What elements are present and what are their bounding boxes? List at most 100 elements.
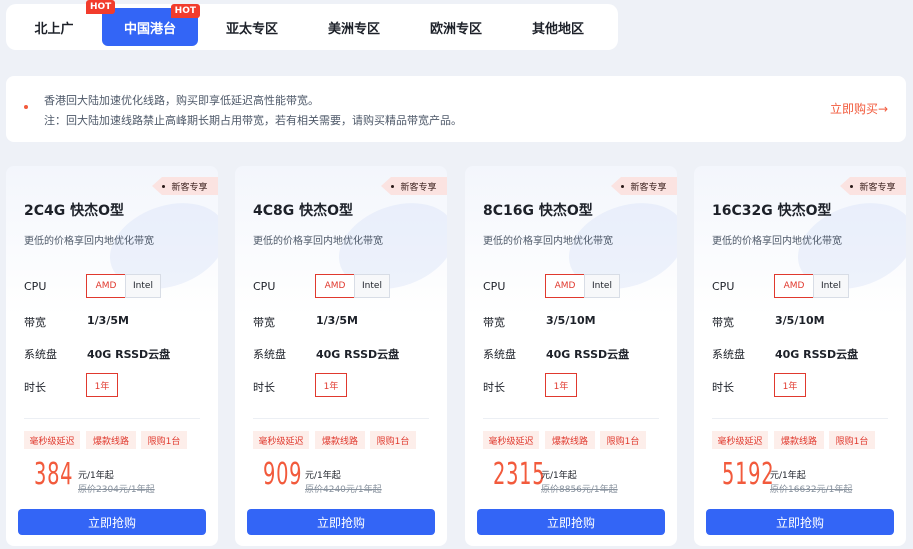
duration-option[interactable]: 1年 (774, 373, 806, 397)
tab-other-regions[interactable]: 其他地区 (510, 8, 606, 46)
cpu-option-amd[interactable]: AMD (774, 274, 814, 298)
tab-china-hk-tw[interactable]: 中国港台 HOT (102, 4, 200, 46)
bandwidth-label: 带宽 (712, 316, 734, 329)
tab-label: 欧洲专区 (429, 21, 482, 37)
cpu-label: CPU (483, 280, 506, 293)
product-card: 新客专享 16C32G 快杰O型 更低的价格享回内地优化带宽 CPU AMD I… (694, 166, 906, 546)
bandwidth-value: 1/3/5M (87, 314, 129, 327)
bandwidth-value: 1/3/5M (316, 314, 358, 327)
tab-label: 中国港台 (123, 21, 176, 37)
tab-europe[interactable]: 欧洲专区 (408, 8, 504, 46)
cpu-option-intel[interactable]: Intel (813, 274, 849, 298)
original-price: 原价16632元/1年起 (770, 485, 853, 495)
disk-label: 系统盘 (712, 348, 745, 361)
badge-label: 新客专享 (171, 182, 208, 193)
divider (483, 418, 659, 419)
new-customer-badge: 新客专享 (381, 177, 447, 195)
buy-button[interactable]: 立即抢购 (477, 509, 665, 535)
region-tabs: 北上广 中国港台 HOT 亚太专区 美洲专区 欧洲专区 其他地区 HOT (6, 0, 618, 50)
product-subtitle: 更低的价格享回内地优化带宽 (24, 236, 154, 247)
cpu-option-intel[interactable]: Intel (125, 274, 161, 298)
product-title: 16C32G 快杰O型 (712, 203, 832, 219)
notice-panel: 香港回大陆加速优化线路，购买即享低延迟高性能带宽。 注：回大陆加速线路禁止高峰期… (6, 76, 906, 142)
product-subtitle: 更低的价格享回内地优化带宽 (712, 236, 842, 247)
product-title: 2C4G 快杰O型 (24, 203, 125, 219)
disk-label: 系统盘 (253, 348, 286, 361)
disk-value: 40G RSSD云盘 (316, 348, 400, 361)
dot-icon (391, 184, 395, 188)
notice-line-2: 注：回大陆加速线路禁止高峰期长期占用带宽，若有相关需要，请购买精品带宽产品。 (44, 114, 462, 127)
disk-value: 40G RSSD云盘 (546, 348, 630, 361)
tag-purchase-limit: 限购1台 (600, 431, 646, 449)
bandwidth-label: 带宽 (24, 316, 46, 329)
tab-label: 其他地区 (531, 21, 584, 37)
buy-button[interactable]: 立即抢购 (706, 509, 894, 535)
notice-line-1: 香港回大陆加速优化线路，购买即享低延迟高性能带宽。 (44, 94, 319, 107)
cpu-option-intel[interactable]: Intel (584, 274, 620, 298)
tab-americas[interactable]: 美洲专区 (306, 8, 402, 46)
cpu-label: CPU (253, 280, 276, 293)
hot-badge: HOT (170, 4, 200, 18)
cpu-label: CPU (712, 280, 735, 293)
tag-hot-route: 爆款线路 (774, 431, 824, 449)
duration-label: 时长 (712, 381, 734, 394)
badge-label: 新客专享 (859, 182, 896, 193)
divider (712, 418, 888, 419)
tag-low-latency: 毫秒级延迟 (253, 431, 309, 449)
tag-low-latency: 毫秒级延迟 (24, 431, 80, 449)
tag-hot-route: 爆款线路 (86, 431, 136, 449)
price: 909 (263, 457, 303, 492)
duration-label: 时长 (253, 381, 275, 394)
price: 384 (34, 457, 74, 492)
tag-purchase-limit: 限购1台 (370, 431, 416, 449)
product-subtitle: 更低的价格享回内地优化带宽 (483, 236, 613, 247)
buy-button[interactable]: 立即抢购 (247, 509, 435, 535)
buy-now-link[interactable]: 立即购买→ (830, 100, 888, 117)
duration-label: 时长 (24, 381, 46, 394)
buy-button[interactable]: 立即抢购 (18, 509, 206, 535)
price: 5192 (722, 457, 775, 492)
new-customer-badge: 新客专享 (840, 177, 906, 195)
bandwidth-value: 3/5/10M (775, 314, 825, 327)
tag-hot-route: 爆款线路 (545, 431, 595, 449)
dot-icon (162, 184, 166, 188)
price-unit: 元/1年起 (78, 471, 114, 481)
product-card: 新客专享 4C8G 快杰O型 更低的价格享回内地优化带宽 CPU AMD Int… (235, 166, 447, 546)
disk-value: 40G RSSD云盘 (87, 348, 171, 361)
product-title: 4C8G 快杰O型 (253, 203, 354, 219)
duration-option[interactable]: 1年 (315, 373, 347, 397)
original-price: 原价2304元/1年起 (78, 485, 155, 495)
price: 2315 (493, 457, 546, 492)
cpu-option-intel[interactable]: Intel (354, 274, 390, 298)
new-customer-badge: 新客专享 (152, 177, 218, 195)
product-card: 新客专享 8C16G 快杰O型 更低的价格享回内地优化带宽 CPU AMD In… (465, 166, 677, 546)
original-price: 原价8856元/1年起 (541, 485, 618, 495)
product-subtitle: 更低的价格享回内地优化带宽 (253, 236, 383, 247)
bandwidth-value: 3/5/10M (546, 314, 596, 327)
tab-label: 亚太专区 (225, 21, 278, 37)
hot-badge: HOT (86, 0, 116, 14)
tag-purchase-limit: 限购1台 (141, 431, 187, 449)
cpu-option-amd[interactable]: AMD (86, 274, 126, 298)
new-customer-badge: 新客专享 (611, 177, 677, 195)
original-price: 原价4240元/1年起 (305, 485, 382, 495)
product-title: 8C16G 快杰O型 (483, 203, 593, 219)
cpu-option-amd[interactable]: AMD (315, 274, 355, 298)
price-unit: 元/1年起 (305, 471, 341, 481)
duration-option[interactable]: 1年 (86, 373, 118, 397)
tab-asia-pacific[interactable]: 亚太专区 (204, 8, 300, 46)
duration-option[interactable]: 1年 (545, 373, 577, 397)
dot-icon (850, 184, 854, 188)
bullet-dot-icon (24, 105, 28, 109)
tab-label: 北上广 (34, 21, 74, 37)
divider (253, 418, 429, 419)
disk-label: 系统盘 (24, 348, 57, 361)
bandwidth-label: 带宽 (253, 316, 275, 329)
price-unit: 元/1年起 (770, 471, 806, 481)
cpu-option-amd[interactable]: AMD (545, 274, 585, 298)
disk-label: 系统盘 (483, 348, 516, 361)
tag-hot-route: 爆款线路 (315, 431, 365, 449)
badge-label: 新客专享 (630, 182, 667, 193)
dot-icon (621, 184, 625, 188)
divider (24, 418, 200, 419)
